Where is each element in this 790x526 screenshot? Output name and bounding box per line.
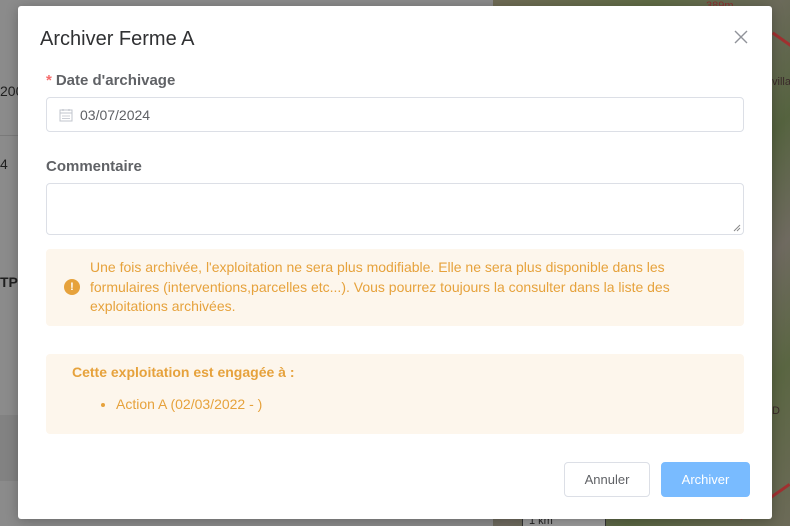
comment-textarea[interactable] <box>46 183 744 235</box>
comment-label: Commentaire <box>46 158 142 175</box>
background-text: 4 <box>0 156 8 172</box>
engagement-panel: Cette exploitation est engagée à : Actio… <box>46 354 744 434</box>
map-label: villa <box>772 76 790 88</box>
archive-date-value: 03/07/2024 <box>80 107 151 123</box>
close-icon[interactable] <box>732 28 750 46</box>
cancel-button[interactable]: Annuler <box>564 462 650 497</box>
engagement-title: Cette exploitation est engagée à : <box>72 364 295 380</box>
exclamation-circle-icon: ! <box>64 279 80 295</box>
list-item: Action A (02/03/2022 - ) <box>116 396 262 412</box>
date-label: * Date d'archivage <box>46 72 175 89</box>
warning-alert: ! Une fois archivée, l'exploitation ne s… <box>46 249 744 326</box>
date-label-text: Date d'archivage <box>55 72 176 89</box>
dialog-title: Archiver Ferme A <box>40 28 195 50</box>
engagement-list: Action A (02/03/2022 - ) <box>116 396 262 412</box>
archive-date-input[interactable]: 03/07/2024 <box>46 97 744 132</box>
warning-text: Une fois archivée, l'exploitation ne ser… <box>90 259 670 314</box>
calendar-icon <box>59 108 73 122</box>
archive-dialog: Archiver Ferme A * Date d'archivage 03/07… <box>18 6 772 519</box>
archive-button[interactable]: Archiver <box>661 462 750 497</box>
required-mark: * <box>46 72 52 89</box>
resize-handle-icon[interactable] <box>733 224 741 232</box>
map-label: D <box>772 405 780 417</box>
background-text: TP <box>0 274 18 290</box>
